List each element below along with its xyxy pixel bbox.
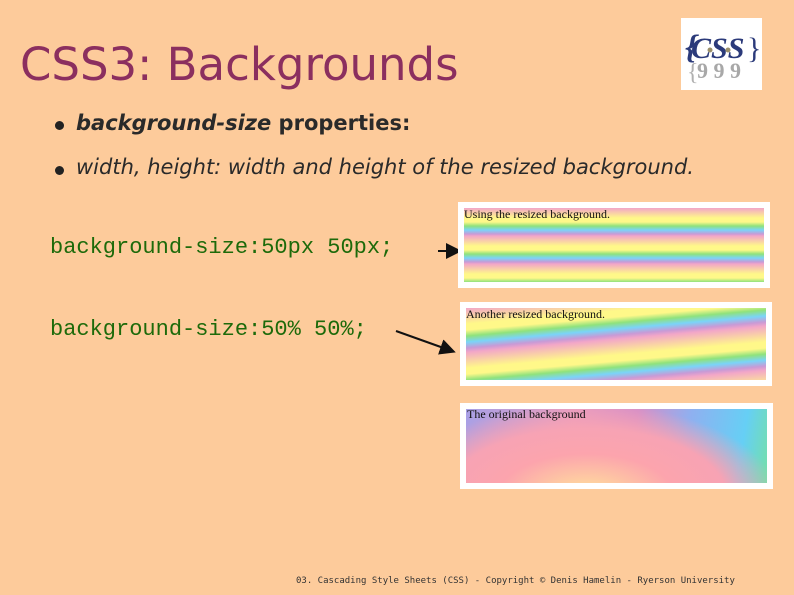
arrows	[395, 243, 462, 355]
example-original: The original background	[460, 403, 773, 489]
example-caption: Another resized background.	[466, 307, 605, 321]
arrow-to-large-waves	[395, 330, 456, 355]
example-small-waves: Using the resized background.	[458, 202, 770, 288]
example-large-waves: Another resized background.	[460, 302, 772, 386]
example-caption: The original background	[467, 407, 586, 421]
slide-footer: 03. Cascading Style Sheets (CSS) - Copyr…	[296, 576, 735, 586]
example-caption: Using the resized background.	[464, 207, 610, 221]
